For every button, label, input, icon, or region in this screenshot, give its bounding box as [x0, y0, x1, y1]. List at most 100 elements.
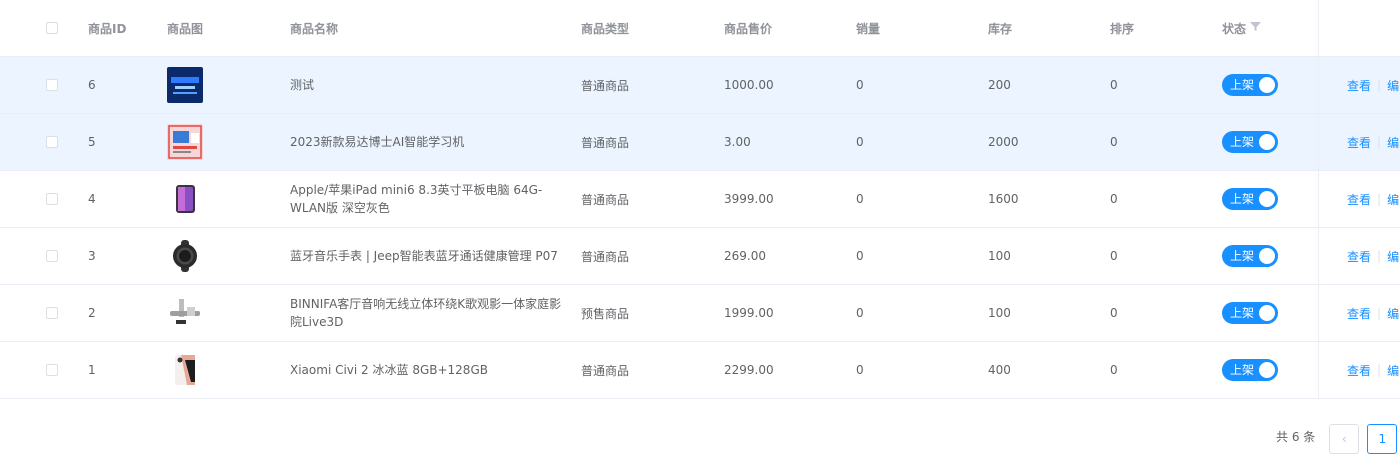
status-cell: 上架: [1222, 114, 1278, 170]
status-toggle[interactable]: 上架: [1222, 131, 1278, 153]
view-link[interactable]: 查看: [1347, 134, 1371, 151]
view-link[interactable]: 查看: [1347, 362, 1371, 379]
row-checkbox[interactable]: [46, 136, 58, 148]
view-link[interactable]: 查看: [1347, 248, 1371, 265]
table-row: 4 Apple/苹果iPad mini6 8.3英寸平板电脑 64G-WLAN版 …: [0, 171, 1400, 228]
status-toggle[interactable]: 上架: [1222, 302, 1278, 324]
header-status-cell: 状态: [1222, 0, 1262, 56]
product-type: 普通商品: [581, 135, 630, 150]
product-name: Xiaomi Civi 2 冰冰蓝 8GB+128GB: [290, 363, 488, 377]
product-id: 1: [88, 363, 96, 377]
product-id: 4: [88, 192, 96, 206]
product-sort: 0: [1110, 135, 1118, 149]
view-link[interactable]: 查看: [1347, 77, 1371, 94]
actions-cell: 查看 | 编: [1347, 228, 1399, 284]
product-price: 1999.00: [724, 306, 774, 320]
row-select-cell: [46, 57, 58, 113]
product-name-cell: 测试: [290, 57, 565, 113]
status-cell: 上架: [1222, 228, 1278, 284]
product-sales: 0: [856, 363, 864, 377]
edit-link[interactable]: 编: [1387, 77, 1399, 94]
action-divider: |: [1377, 363, 1382, 377]
action-divider: |: [1377, 192, 1382, 206]
select-all-cell: [46, 0, 58, 56]
actions-cell: 查看 | 编: [1347, 342, 1399, 398]
status-cell: 上架: [1222, 171, 1278, 227]
product-sort: 0: [1110, 363, 1118, 377]
product-type: 普通商品: [581, 192, 630, 207]
status-toggle[interactable]: 上架: [1222, 188, 1278, 210]
product-type: 普通商品: [581, 249, 630, 264]
select-all-checkbox[interactable]: [46, 22, 58, 34]
product-stock: 2000: [988, 135, 1019, 149]
product-price: 269.00: [724, 249, 766, 263]
table-row: 6 测试 普通商品 1000.00 0 200 0 上架 查看 | 编: [0, 57, 1400, 114]
filter-icon[interactable]: [1250, 21, 1262, 35]
header-type: 商品类型: [581, 21, 630, 36]
product-thumbnail[interactable]: [167, 181, 203, 217]
actions-cell: 查看 | 编: [1347, 285, 1399, 341]
action-divider: |: [1377, 249, 1382, 263]
actions-cell: 查看 | 编: [1347, 171, 1399, 227]
table-row: 3 蓝牙音乐手表 | Jeep智能表蓝牙通话健康管理 P07 普通商品 269.00 0…: [0, 228, 1400, 285]
status-cell: 上架: [1222, 285, 1278, 341]
product-image-cell: [167, 285, 203, 341]
view-link[interactable]: 查看: [1347, 191, 1371, 208]
edit-link[interactable]: 编: [1387, 134, 1399, 151]
edit-link[interactable]: 编: [1387, 362, 1399, 379]
product-thumbnail[interactable]: [167, 67, 203, 103]
product-sort: 0: [1110, 249, 1118, 263]
edit-link[interactable]: 编: [1387, 248, 1399, 265]
product-type: 普通商品: [581, 78, 630, 93]
product-thumbnail[interactable]: [167, 124, 203, 160]
actions-cell: 查看 | 编: [1347, 57, 1399, 113]
product-name: BINNIFA客厅音响无线立体环绕K歌观影一体家庭影院Live3D: [290, 297, 562, 329]
page-number-current[interactable]: 1: [1367, 424, 1398, 454]
product-name-cell: BINNIFA客厅音响无线立体环绕K歌观影一体家庭影院Live3D: [290, 285, 565, 341]
product-id: 6: [88, 78, 96, 92]
product-name-cell: 蓝牙音乐手表 | Jeep智能表蓝牙通话健康管理 P07: [290, 228, 565, 284]
product-stock: 100: [988, 306, 1011, 320]
header-image: 商品图: [167, 21, 204, 36]
status-toggle-label: 上架: [1230, 249, 1255, 263]
product-price: 2299.00: [724, 363, 774, 377]
product-id: 5: [88, 135, 96, 149]
product-price: 3999.00: [724, 192, 774, 206]
row-checkbox[interactable]: [46, 79, 58, 91]
row-checkbox[interactable]: [46, 193, 58, 205]
row-select-cell: [46, 114, 58, 170]
header-price: 商品售价: [724, 21, 773, 36]
product-stock: 1600: [988, 192, 1019, 206]
edit-link[interactable]: 编: [1387, 191, 1399, 208]
action-divider: |: [1377, 306, 1382, 320]
table-row: 5 2023新款易达博士AI智能学习机 普通商品 3.00 0 2000 0 上架 查看 | 编: [0, 114, 1400, 171]
product-id: 2: [88, 306, 96, 320]
product-thumbnail[interactable]: [167, 352, 203, 388]
status-toggle[interactable]: 上架: [1222, 74, 1278, 96]
product-thumbnail[interactable]: [167, 295, 203, 331]
row-checkbox[interactable]: [46, 307, 58, 319]
product-sales: 0: [856, 306, 864, 320]
row-checkbox[interactable]: [46, 364, 58, 376]
action-divider: |: [1377, 78, 1382, 92]
toggle-knob: [1259, 134, 1275, 150]
toggle-knob: [1259, 305, 1275, 321]
view-link[interactable]: 查看: [1347, 305, 1371, 322]
product-sort: 0: [1110, 192, 1118, 206]
status-toggle[interactable]: 上架: [1222, 245, 1278, 267]
table-row: 2 BINNIFA客厅音响无线立体环绕K歌观影一体家庭影院Live3D 预售商品 19…: [0, 285, 1400, 342]
row-select-cell: [46, 285, 58, 341]
table-row: 1 Xiaomi Civi 2 冰冰蓝 8GB+128GB 普通商品 2299.00 0…: [0, 342, 1400, 399]
row-checkbox[interactable]: [46, 250, 58, 262]
product-name: 测试: [290, 78, 315, 92]
edit-link[interactable]: 编: [1387, 305, 1399, 322]
product-thumbnail[interactable]: [167, 238, 203, 274]
toggle-knob: [1259, 77, 1275, 93]
prev-page-button[interactable]: ‹: [1329, 424, 1360, 454]
status-toggle[interactable]: 上架: [1222, 359, 1278, 381]
product-stock: 100: [988, 249, 1011, 263]
product-sales: 0: [856, 192, 864, 206]
product-image-cell: [167, 57, 203, 113]
product-name-cell: Xiaomi Civi 2 冰冰蓝 8GB+128GB: [290, 342, 565, 398]
chevron-left-icon: ‹: [1341, 432, 1347, 446]
